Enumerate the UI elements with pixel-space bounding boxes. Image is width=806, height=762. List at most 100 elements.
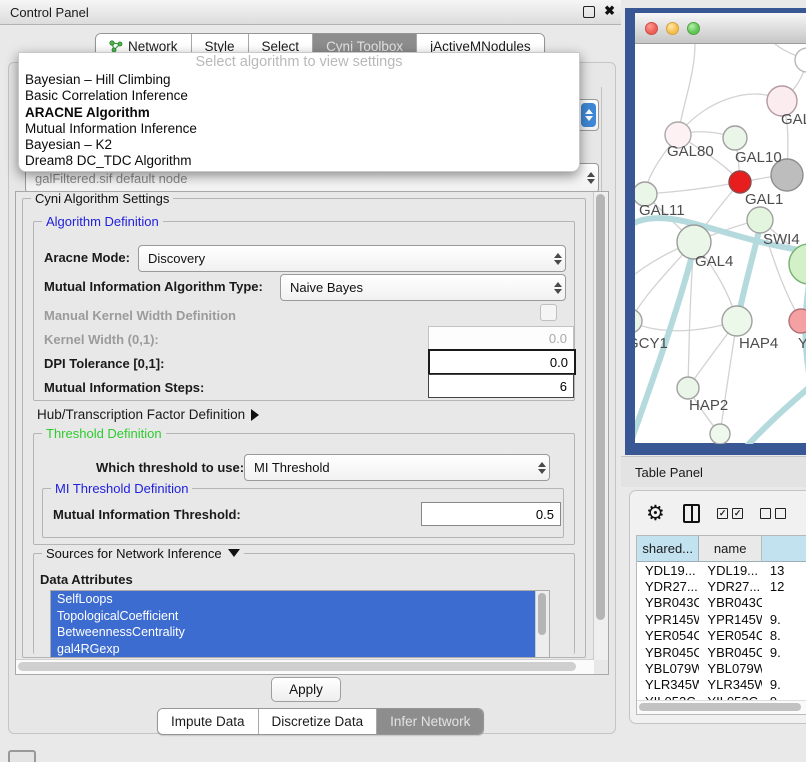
- network-node[interactable]: [635, 309, 642, 333]
- which-threshold-combo[interactable]: MI Threshold: [244, 454, 550, 481]
- columns-icon[interactable]: [683, 504, 700, 523]
- dpi-tolerance-value: 0.0: [550, 355, 568, 370]
- network-node[interactable]: [723, 126, 747, 150]
- mi-threshold-label: Mutual Information Threshold:: [53, 507, 241, 522]
- table-panel-card: ⚙ ✓✓ shared...name YDL19...YDL19...13YDR…: [629, 490, 806, 724]
- mi-type-value: Naive Bayes: [281, 280, 550, 295]
- network-node[interactable]: [677, 377, 699, 399]
- column-header[interactable]: shared...: [637, 536, 699, 562]
- network-window-titlebar[interactable]: [635, 13, 806, 44]
- aracne-mode-combo[interactable]: Discovery: [138, 245, 566, 272]
- close-icon[interactable]: ✖: [604, 3, 615, 19]
- dropdown-item[interactable]: Basic Correlation Inference: [19, 88, 579, 104]
- bottom-tab-infer-network[interactable]: Infer Network: [377, 709, 483, 734]
- apply-button[interactable]: Apply: [271, 677, 341, 702]
- network-node[interactable]: [747, 207, 773, 233]
- manual-kernel-label: Manual Kernel Width Definition: [44, 308, 236, 323]
- mi-steps-label: Mutual Information Steps:: [44, 380, 204, 395]
- mi-threshold-group-title: MI Threshold Definition: [51, 481, 192, 496]
- table-row[interactable]: YDL19...YDL19...13: [637, 562, 806, 578]
- settings-scrollpane: Cyni Algorithm Settings Algorithm Defini…: [15, 191, 609, 675]
- table-panel-title: Table Panel: [621, 465, 703, 480]
- table-header-row: shared...name: [637, 536, 806, 562]
- table-row[interactable]: YDR27...YDR27...12: [637, 578, 806, 594]
- mi-steps-field[interactable]: 6: [428, 374, 574, 398]
- table-row[interactable]: YBR045CYBR045C9.: [637, 644, 806, 660]
- data-table-combo-value: galFiltered.sif default node: [26, 171, 583, 186]
- network-node[interactable]: [729, 171, 751, 193]
- attribute-item[interactable]: BetweennessCentrality: [51, 624, 549, 641]
- network-node[interactable]: [722, 306, 752, 336]
- settings-vertical-scrollbar[interactable]: [593, 192, 608, 660]
- collapse-down-icon: [228, 549, 240, 557]
- table-body: YDL19...YDL19...13YDR27...YDR27...12YBR0…: [637, 562, 806, 710]
- dropdown-item[interactable]: Mutual Information Inference: [19, 121, 579, 137]
- column-header[interactable]: [762, 536, 806, 562]
- aracne-mode-value: Discovery: [139, 251, 550, 266]
- node-label: GAL1: [745, 191, 783, 208]
- network-node[interactable]: [795, 48, 806, 72]
- network-node[interactable]: [710, 424, 730, 444]
- attribute-item[interactable]: SelfLoops: [51, 591, 549, 608]
- bottom-tabs: Impute DataDiscretize DataInfer Network: [157, 708, 484, 735]
- zoom-traffic-light-icon[interactable]: [687, 22, 700, 35]
- table-toolbar: ⚙ ✓✓: [630, 497, 806, 529]
- hide-columns-icon[interactable]: [760, 508, 786, 519]
- node-table[interactable]: shared...name YDL19...YDL19...13YDR27...…: [636, 535, 806, 715]
- dropdown-item[interactable]: Bayesian – Hill Climbing: [19, 72, 579, 88]
- network-canvas[interactable]: GALGAL80GAL10GAL1GAL11SWI4GAL4GCY1HAP4YH…: [635, 44, 806, 444]
- table-row[interactable]: YBL079WYBL079W: [637, 660, 806, 676]
- node-label: GAL: [781, 111, 806, 128]
- table-row[interactable]: YER054CYER054C8.: [637, 628, 806, 644]
- dpi-tolerance-field[interactable]: 0.0: [428, 349, 576, 375]
- algorithm-definition-title: Algorithm Definition: [42, 214, 163, 229]
- bottom-tab-discretize-data[interactable]: Discretize Data: [259, 709, 378, 734]
- attribute-item[interactable]: TopologicalCoefficient: [51, 608, 549, 625]
- gear-icon[interactable]: ⚙: [646, 503, 665, 524]
- manual-kernel-checkbox[interactable]: [540, 304, 557, 321]
- table-row[interactable]: YPR145WYPR145W9.: [637, 611, 806, 627]
- control-panel-titlebar: Control Panel ✖: [0, 0, 621, 25]
- mi-threshold-field[interactable]: 0.5: [421, 502, 561, 526]
- dpi-tolerance-label: DPI Tolerance [0,1]:: [44, 356, 164, 371]
- network-node[interactable]: [789, 309, 806, 333]
- kernel-width-field[interactable]: 0.0: [428, 326, 574, 350]
- attribute-item[interactable]: gal4RGexp: [51, 641, 549, 658]
- dropdown-item[interactable]: Dream8 DC_TDC Algorithm: [19, 153, 579, 169]
- table-horizontal-scrollbar[interactable]: [637, 700, 806, 714]
- combo-spinner-icon[interactable]: [550, 275, 565, 300]
- show-columns-icon[interactable]: ✓✓: [717, 508, 743, 519]
- algorithm-dropdown-popup: Select algorithm to view settings Bayesi…: [18, 52, 580, 172]
- settings-horizontal-scrollbar[interactable]: [16, 659, 594, 674]
- combo-spinner-icon[interactable]: [534, 455, 549, 480]
- threshold-definition-group: Threshold Definition Which threshold to …: [33, 433, 575, 545]
- kernel-width-label: Kernel Width (0,1):: [44, 332, 159, 347]
- table-row[interactable]: YLR345WYLR345W9.: [637, 677, 806, 693]
- corner-grip[interactable]: [8, 750, 36, 762]
- table-row[interactable]: YBR043CYBR043C: [637, 595, 806, 611]
- column-header[interactable]: name: [699, 536, 761, 562]
- combo-spinner-icon[interactable]: [581, 103, 596, 127]
- node-label: GCY1: [635, 335, 668, 352]
- cyni-settings-group: Cyni Algorithm Settings Algorithm Defini…: [22, 198, 586, 658]
- node-label: HAP4: [739, 335, 778, 352]
- close-traffic-light-icon[interactable]: [645, 22, 658, 35]
- which-threshold-value: MI Threshold: [245, 460, 534, 475]
- data-attributes-list[interactable]: SelfLoopsTopologicalCoefficientBetweenne…: [50, 590, 550, 658]
- mi-threshold-group: MI Threshold Definition Mutual Informati…: [42, 488, 564, 538]
- sources-group-title[interactable]: Sources for Network Inference: [42, 546, 244, 561]
- minimize-traffic-light-icon[interactable]: [666, 22, 679, 35]
- combo-spinner-icon[interactable]: [583, 164, 598, 192]
- aracne-mode-label: Aracne Mode:: [44, 250, 130, 265]
- float-window-icon[interactable]: [583, 6, 595, 18]
- bottom-tab-impute-data[interactable]: Impute Data: [158, 709, 259, 734]
- dropdown-item[interactable]: ARACNE Algorithm: [19, 105, 579, 121]
- threshold-definition-title: Threshold Definition: [42, 426, 166, 441]
- which-threshold-label: Which threshold to use:: [96, 460, 244, 475]
- mi-type-combo[interactable]: Naive Bayes: [280, 274, 566, 301]
- hub-definition-toggle[interactable]: Hub/Transcription Factor Definition: [37, 407, 259, 422]
- combo-spinner-icon[interactable]: [550, 246, 565, 271]
- dropdown-item[interactable]: Bayesian – K2: [19, 137, 579, 153]
- mi-type-label: Mutual Information Algorithm Type:: [44, 279, 263, 294]
- attributes-scrollbar[interactable]: [535, 591, 549, 657]
